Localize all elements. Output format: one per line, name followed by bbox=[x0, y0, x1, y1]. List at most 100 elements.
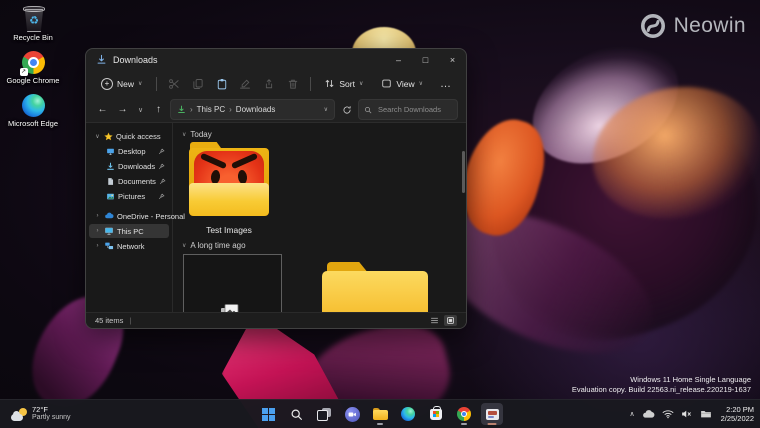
sidebar-item-quick-access[interactable]: ∨ Quick access bbox=[89, 129, 169, 143]
volume-icon[interactable] bbox=[681, 409, 693, 419]
refresh-button[interactable] bbox=[338, 101, 355, 118]
address-dropdown-chevron[interactable]: ∨ bbox=[324, 106, 328, 113]
microsoft-store-icon bbox=[430, 409, 442, 420]
address-location-icon bbox=[177, 105, 186, 114]
status-divider: | bbox=[129, 316, 131, 325]
file-explorer-icon bbox=[373, 408, 388, 420]
breadcrumb-downloads[interactable]: Downloads bbox=[236, 105, 276, 114]
sidebar-item-documents[interactable]: Documents bbox=[89, 174, 169, 188]
wallpaper-flower-rim bbox=[512, 22, 698, 187]
task-view-button[interactable] bbox=[313, 403, 335, 425]
back-button[interactable]: ← bbox=[94, 101, 111, 118]
forward-button[interactable]: → bbox=[114, 101, 131, 118]
chevron-down-icon: ∨ bbox=[419, 80, 423, 87]
delete-button[interactable] bbox=[284, 74, 302, 94]
weather-icon bbox=[11, 408, 27, 421]
address-bar[interactable]: › This PC › Downloads ∨ bbox=[170, 99, 335, 120]
pin-icon bbox=[158, 163, 165, 170]
this-pc-icon bbox=[104, 226, 114, 236]
group-header-today[interactable]: ∨ Today bbox=[182, 128, 456, 140]
running-indicator bbox=[377, 423, 383, 425]
navigation-bar: ← → ∨ ↑ › This PC › Downloads ∨ bbox=[86, 97, 466, 122]
chrome-icon bbox=[457, 407, 471, 421]
more-options-button[interactable]: … bbox=[435, 78, 457, 90]
copy-button[interactable] bbox=[189, 74, 207, 94]
command-bar: + New ∨ bbox=[86, 70, 466, 97]
sidebar-item-downloads[interactable]: Downloads bbox=[89, 159, 169, 173]
chevron-down-icon: ∨ bbox=[182, 131, 186, 138]
taskbar: 72°F Partly sunny bbox=[0, 399, 760, 428]
active-app-icon bbox=[486, 409, 499, 420]
toolbar-divider bbox=[156, 77, 157, 91]
system-tray: ∧ 2:20 PM 2/25/2022 bbox=[630, 400, 755, 428]
pictures-icon bbox=[106, 192, 115, 201]
sidebar-item-desktop[interactable]: Desktop bbox=[89, 144, 169, 158]
edge-button[interactable] bbox=[397, 403, 419, 425]
taskbar-clock[interactable]: 2:20 PM 2/25/2022 bbox=[719, 405, 754, 424]
rename-button[interactable] bbox=[236, 74, 254, 94]
details-view-button[interactable] bbox=[428, 315, 441, 326]
downloads-icon bbox=[106, 162, 115, 171]
view-button[interactable]: View ∨ bbox=[375, 75, 429, 92]
active-app-button[interactable] bbox=[481, 403, 503, 425]
search-button[interactable] bbox=[285, 403, 307, 425]
search-input[interactable] bbox=[376, 104, 452, 115]
onedrive-tray-icon[interactable] bbox=[642, 409, 655, 419]
taskbar-center bbox=[257, 400, 503, 428]
running-indicator bbox=[461, 423, 467, 425]
thumbnail-view-button[interactable] bbox=[444, 315, 457, 326]
chrome-button[interactable] bbox=[453, 403, 475, 425]
recent-locations-button[interactable]: ∨ bbox=[134, 101, 147, 118]
sidebar-item-this-pc[interactable]: › This PC bbox=[89, 224, 169, 238]
scrollbar-thumb[interactable] bbox=[462, 151, 465, 193]
chevron-right-icon: › bbox=[94, 213, 101, 219]
folder-tray-icon[interactable] bbox=[700, 409, 712, 419]
file-item-test-images[interactable]: Test Images bbox=[182, 142, 276, 235]
store-button[interactable] bbox=[425, 403, 447, 425]
maximize-button[interactable]: □ bbox=[412, 49, 439, 70]
sidebar-item-pictures[interactable]: Pictures bbox=[89, 189, 169, 203]
weather-widget[interactable]: 72°F Partly sunny bbox=[4, 402, 78, 426]
share-button[interactable] bbox=[260, 74, 278, 94]
minimize-button[interactable]: – bbox=[385, 49, 412, 70]
desktop-icon-microsoft-edge[interactable]: Microsoft Edge bbox=[6, 94, 60, 128]
desktop-icon-recycle-bin[interactable]: ♻ Recycle Bin bbox=[6, 6, 60, 42]
toolbar-divider bbox=[310, 77, 311, 91]
file-row-long-ago bbox=[183, 254, 456, 312]
sort-button[interactable]: Sort ∨ bbox=[318, 75, 369, 92]
up-button[interactable]: ↑ bbox=[150, 101, 167, 118]
close-button[interactable]: × bbox=[439, 49, 466, 70]
group-header-long-ago[interactable]: ∨ A long time ago bbox=[182, 239, 456, 251]
search-box[interactable] bbox=[358, 99, 458, 120]
cut-button[interactable] bbox=[165, 74, 183, 94]
plus-icon: + bbox=[101, 78, 113, 90]
sort-icon bbox=[324, 78, 335, 89]
file-name-label: Test Images bbox=[206, 225, 252, 235]
sidebar-item-network[interactable]: › Network bbox=[89, 239, 169, 253]
chevron-right-icon: › bbox=[94, 243, 101, 249]
file-explorer-button[interactable] bbox=[369, 403, 391, 425]
sidebar-item-onedrive[interactable]: › OneDrive - Personal bbox=[89, 209, 169, 223]
neowin-logo-icon bbox=[640, 13, 666, 39]
desktop-icon-column: ♻ Recycle Bin ↗ Google Chrome Microsoft … bbox=[6, 6, 60, 128]
scrollbar[interactable] bbox=[462, 127, 465, 308]
start-button[interactable] bbox=[257, 403, 279, 425]
window-controls: – □ × bbox=[385, 49, 466, 70]
wallpaper-flower-body bbox=[464, 72, 760, 369]
paste-button[interactable] bbox=[213, 74, 231, 94]
wifi-icon[interactable] bbox=[662, 409, 674, 419]
file-item-image[interactable] bbox=[183, 254, 282, 312]
new-button[interactable]: + New ∨ bbox=[95, 75, 148, 93]
desktop-icon-label: Recycle Bin bbox=[13, 33, 53, 42]
titlebar[interactable]: Downloads – □ × bbox=[86, 49, 466, 70]
file-explorer-window: Downloads – □ × + New ∨ bbox=[85, 48, 467, 329]
breadcrumb-this-pc[interactable]: This PC bbox=[197, 105, 225, 114]
quick-access-star-icon bbox=[104, 132, 113, 141]
file-item-folder[interactable] bbox=[322, 262, 428, 312]
desktop-icon-google-chrome[interactable]: ↗ Google Chrome bbox=[6, 51, 60, 85]
active-running-indicator bbox=[488, 423, 497, 425]
item-count: 45 items bbox=[95, 316, 123, 325]
hidden-icons-chevron[interactable]: ∧ bbox=[630, 410, 635, 418]
teams-chat-icon bbox=[345, 407, 360, 422]
chat-button[interactable] bbox=[341, 403, 363, 425]
